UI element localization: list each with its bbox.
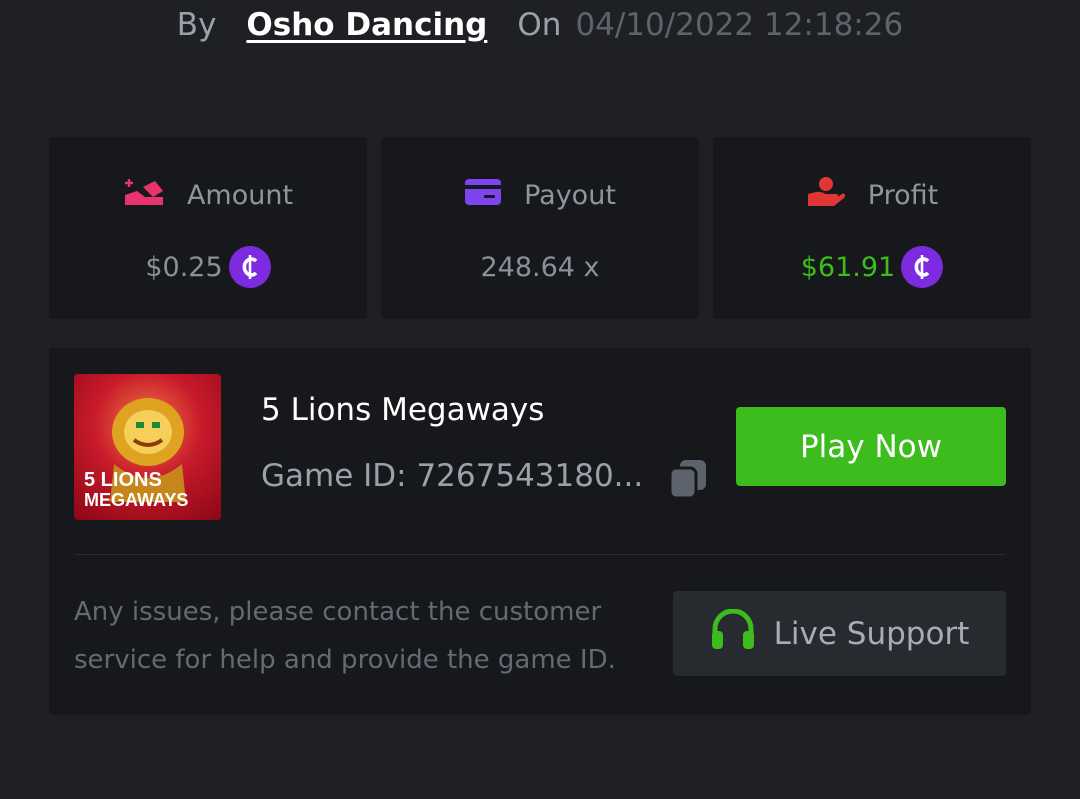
payout-label: Payout: [524, 179, 616, 211]
copy-icon[interactable]: [668, 458, 708, 500]
bet-datetime: 04/10/2022 12:18:26: [575, 7, 904, 43]
card-icon: [464, 177, 502, 214]
bet-header: By Osho Dancing On 04/10/2022 12:18:26: [0, 0, 1080, 50]
thumb-title-line2: MEGAWAYS: [84, 490, 188, 510]
payout-value: 248.64 x: [480, 251, 600, 283]
profit-card: Profit $61.91: [713, 137, 1031, 319]
support-notice: Any issues, please contact the customer …: [74, 597, 616, 675]
profit-label: Profit: [867, 179, 939, 211]
live-support-label: Live Support: [773, 615, 970, 652]
amount-label: Amount: [186, 179, 294, 211]
game-thumbnail[interactable]: 5 LIONS MEGAWAYS: [74, 374, 221, 520]
on-label: On: [517, 7, 562, 43]
hand-coin-icon: [806, 176, 846, 215]
thumb-title-line1: 5 LIONS: [84, 469, 162, 491]
game-title: 5 Lions Megaways: [261, 392, 545, 428]
divider: [74, 554, 1006, 555]
play-now-button[interactable]: Play Now: [736, 407, 1006, 486]
currency-coin-icon: [901, 246, 944, 288]
bet-amount-icon: [123, 175, 165, 216]
game-card: 5 LIONS MEGAWAYS 5 Lions Megaways Game I…: [49, 348, 1031, 715]
amount-value: $0.25: [145, 251, 223, 283]
by-label: By: [176, 7, 217, 43]
live-support-button[interactable]: Live Support: [673, 591, 1006, 676]
currency-coin-icon: [228, 246, 271, 288]
amount-card: Amount $0.25: [49, 137, 367, 319]
game-id: Game ID: 7267543180...: [261, 458, 644, 494]
payout-card: Payout 248.64 x: [381, 137, 699, 319]
headset-icon: [710, 608, 756, 659]
profit-value: $61.91: [800, 251, 896, 283]
username-link[interactable]: Osho Dancing: [246, 7, 487, 43]
